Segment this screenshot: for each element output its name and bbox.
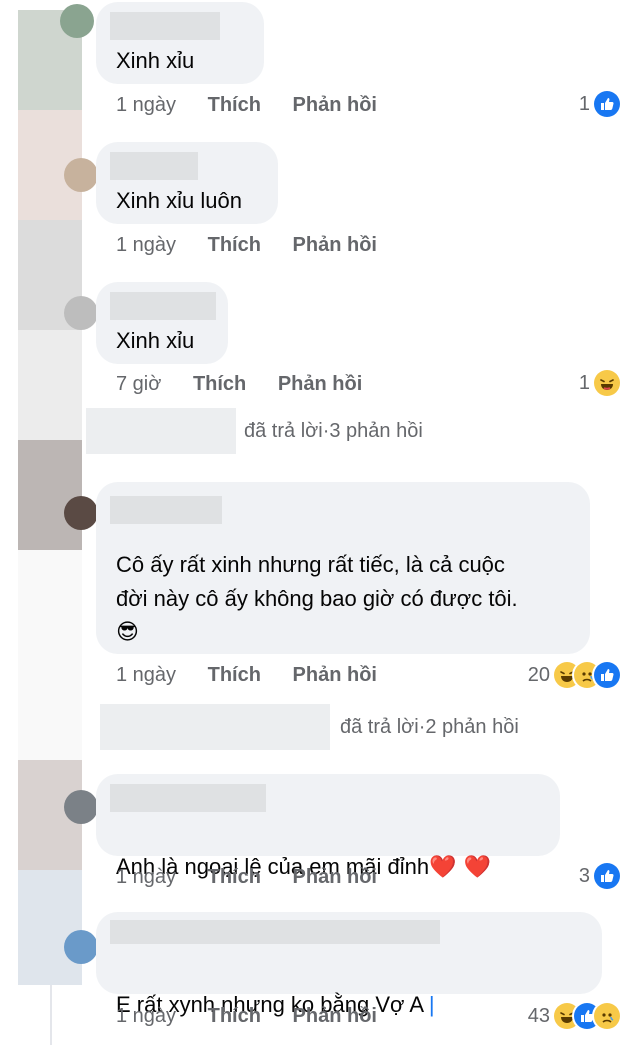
reaction-count: 43 bbox=[527, 1004, 550, 1027]
reaction-summary[interactable]: 1 bbox=[579, 91, 620, 117]
comment-meta: 1 ngày Thích Phản hồi bbox=[116, 866, 377, 889]
replier-avatars-redacted bbox=[86, 408, 236, 454]
reply-link[interactable]: Phản hồi bbox=[293, 1005, 377, 1027]
avatar[interactable] bbox=[64, 790, 98, 824]
comment-bubble: Anh là ngoại lệ của em mãi đỉnh❤️ ❤️ bbox=[96, 774, 560, 880]
replies-count: 3 phản hồi bbox=[329, 419, 423, 442]
comment-text: Xinh xỉu bbox=[116, 328, 195, 353]
thumbs-up-icon bbox=[594, 662, 620, 688]
like-link[interactable]: Thích bbox=[193, 373, 246, 395]
reply-link[interactable]: Phản hồi bbox=[293, 664, 377, 686]
commenter-name-redacted[interactable] bbox=[110, 12, 220, 40]
avatar[interactable] bbox=[64, 158, 98, 192]
replies-separator: · bbox=[418, 715, 426, 738]
thumbs-up-icon bbox=[594, 863, 620, 889]
comment-meta: 7 giờ Thích Phản hồi bbox=[116, 373, 362, 396]
reaction-count: 3 bbox=[578, 864, 590, 887]
red-heart-icon: ❤️ ❤️ bbox=[429, 855, 491, 880]
comment-bubble: Cô ấy rất xinh nhưng rất tiếc, là cả cuộ… bbox=[96, 482, 590, 654]
replies-separator: · bbox=[322, 419, 330, 442]
sad-face-icon bbox=[594, 1003, 620, 1029]
replier-avatars-redacted bbox=[100, 704, 330, 750]
comment-text: Cô ấy rất xinh nhưng rất tiếc, là cả cuộ… bbox=[116, 552, 518, 611]
comment-meta: 1 ngày Thích Phản hồi bbox=[116, 234, 377, 257]
replies-replied-text: đã trả lời bbox=[244, 419, 323, 442]
commenter-name-redacted[interactable] bbox=[110, 784, 266, 812]
reply-link[interactable]: Phản hồi bbox=[293, 94, 377, 116]
comment-meta: 1 ngày Thích Phản hồi bbox=[116, 94, 377, 117]
replies-replied-text: đã trả lời bbox=[340, 715, 419, 738]
comment-text: Xinh xỉu luôn bbox=[116, 188, 242, 213]
text-cursor: | bbox=[428, 992, 435, 1017]
comment-bubble: Xinh xỉu luôn bbox=[96, 142, 278, 224]
commenter-name-redacted[interactable] bbox=[110, 292, 216, 320]
reply-link[interactable]: Phản hồi bbox=[293, 866, 377, 888]
like-link[interactable]: Thích bbox=[208, 234, 261, 256]
avatar[interactable] bbox=[60, 4, 94, 38]
left-image-strip bbox=[18, 550, 82, 760]
reaction-summary[interactable]: 43 bbox=[528, 1003, 620, 1029]
left-image-strip bbox=[18, 330, 82, 440]
commenter-name-redacted[interactable] bbox=[110, 152, 198, 180]
reaction-summary[interactable]: 20 bbox=[528, 662, 620, 688]
comment-time[interactable]: 1 ngày bbox=[116, 234, 176, 256]
reaction-summary[interactable]: 3 bbox=[579, 863, 620, 889]
comment-bubble: E rất xynh nhưng ko bằng Vợ A | bbox=[96, 912, 602, 1017]
reaction-count: 20 bbox=[527, 663, 550, 686]
laughing-face-icon bbox=[594, 370, 620, 396]
thumbs-up-icon bbox=[594, 91, 620, 117]
avatar[interactable] bbox=[64, 496, 98, 530]
reply-link[interactable]: Phản hồi bbox=[278, 373, 362, 395]
reaction-count: 1 bbox=[578, 92, 590, 115]
left-image-strip bbox=[18, 870, 82, 985]
comment-time[interactable]: 7 giờ bbox=[116, 373, 161, 395]
comment-time[interactable]: 1 ngày bbox=[116, 866, 176, 888]
comment-bubble: Xinh xỉu bbox=[96, 282, 228, 364]
avatar[interactable] bbox=[64, 930, 98, 964]
comment-time[interactable]: 1 ngày bbox=[116, 1005, 176, 1027]
reaction-summary[interactable]: 1 bbox=[579, 370, 620, 396]
comment-time[interactable]: 1 ngày bbox=[116, 664, 176, 686]
reaction-count: 1 bbox=[578, 371, 590, 394]
reply-link[interactable]: Phản hồi bbox=[293, 234, 377, 256]
sunglasses-face-icon: 😎 bbox=[116, 620, 139, 645]
commenter-name-redacted[interactable] bbox=[110, 920, 440, 944]
commenter-name-redacted[interactable] bbox=[110, 496, 222, 524]
comment-text: Xinh xỉu bbox=[116, 48, 195, 73]
like-link[interactable]: Thích bbox=[208, 1005, 261, 1027]
comment-time[interactable]: 1 ngày bbox=[116, 94, 176, 116]
left-image-strip bbox=[18, 440, 82, 550]
replies-count: 2 phản hồi bbox=[425, 715, 519, 738]
view-replies-row[interactable]: đã trả lời · 2 phản hồi bbox=[100, 704, 519, 750]
comment-meta: 1 ngày Thích Phản hồi bbox=[116, 664, 377, 687]
view-replies-row[interactable]: đã trả lời · 3 phản hồi bbox=[86, 408, 423, 454]
like-link[interactable]: Thích bbox=[208, 866, 261, 888]
thread-line bbox=[50, 985, 52, 1045]
comment-bubble: Xinh xỉu bbox=[96, 2, 264, 84]
avatar[interactable] bbox=[64, 296, 98, 330]
like-link[interactable]: Thích bbox=[208, 664, 261, 686]
like-link[interactable]: Thích bbox=[208, 94, 261, 116]
comment-meta: 1 ngày Thích Phản hồi bbox=[116, 1005, 377, 1028]
